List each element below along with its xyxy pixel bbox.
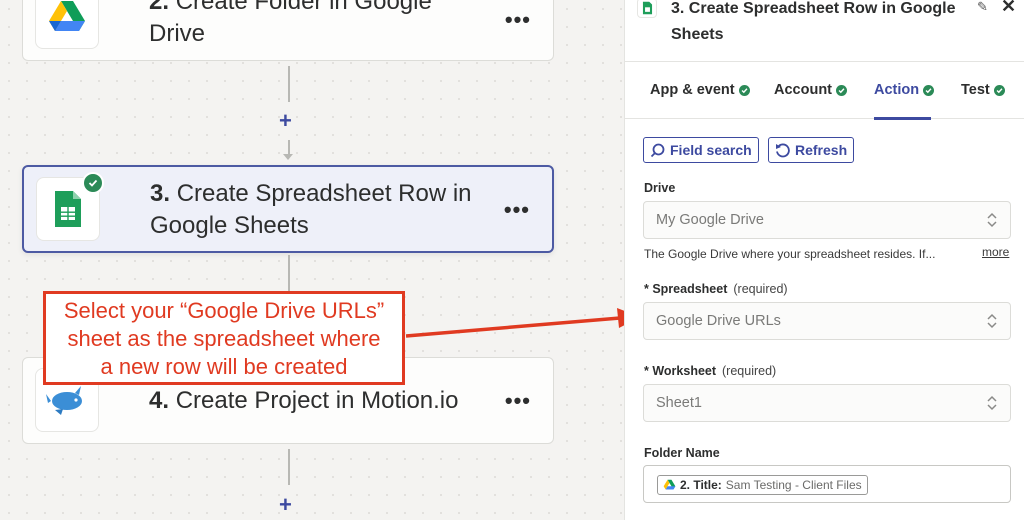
tab-action[interactable]: Action (874, 82, 935, 98)
tab-account[interactable]: Account (774, 82, 847, 98)
check-icon (738, 84, 750, 96)
field-search-button[interactable]: Field search (643, 137, 759, 163)
worksheet-label: * Worksheet (required) (644, 364, 777, 378)
check-icon (923, 84, 935, 96)
select-arrows-icon (987, 395, 997, 411)
tab-bar: App & event Account Action Test (625, 61, 1024, 120)
google-drive-icon (663, 479, 676, 490)
check-icon (993, 84, 1005, 96)
step-editor-panel: 3. Create Spreadsheet Row in Google Shee… (624, 0, 1024, 520)
search-icon (650, 143, 665, 157)
panel-title: 3. Create Spreadsheet Row in Google Shee… (671, 0, 956, 43)
refresh-button[interactable]: Refresh (768, 137, 855, 163)
drive-label: Drive (644, 181, 676, 195)
tab-test[interactable]: Test (961, 82, 1005, 98)
check-icon (836, 84, 847, 96)
drive-help-text: The Google Drive where your spreadsheet … (644, 247, 936, 261)
google-sheets-icon (637, 0, 657, 18)
more-link[interactable]: more (982, 245, 1009, 259)
spreadsheet-select[interactable]: Google Drive URLs (643, 302, 1011, 340)
spreadsheet-label: * Spreadsheet (required) (644, 282, 788, 296)
panel-header: 3. Create Spreadsheet Row in Google Shee… (625, 0, 1024, 60)
select-arrows-icon (987, 212, 997, 228)
mapped-field-pill[interactable]: 2. Title: Sam Testing - Client Files (657, 475, 868, 495)
folder-name-field[interactable]: 2. Title: Sam Testing - Client Files (643, 465, 1011, 503)
active-tab-indicator (874, 117, 931, 120)
folder-name-label: Folder Name (644, 446, 720, 460)
worksheet-select[interactable]: Sheet1 (643, 384, 1011, 422)
tab-app-event[interactable]: App & event (650, 82, 750, 98)
pencil-icon[interactable]: ✎ (977, 0, 988, 15)
refresh-icon (776, 143, 790, 157)
drive-select[interactable]: My Google Drive (643, 201, 1011, 239)
select-arrows-icon (987, 313, 997, 329)
close-button[interactable]: ✕ (1001, 0, 1016, 17)
